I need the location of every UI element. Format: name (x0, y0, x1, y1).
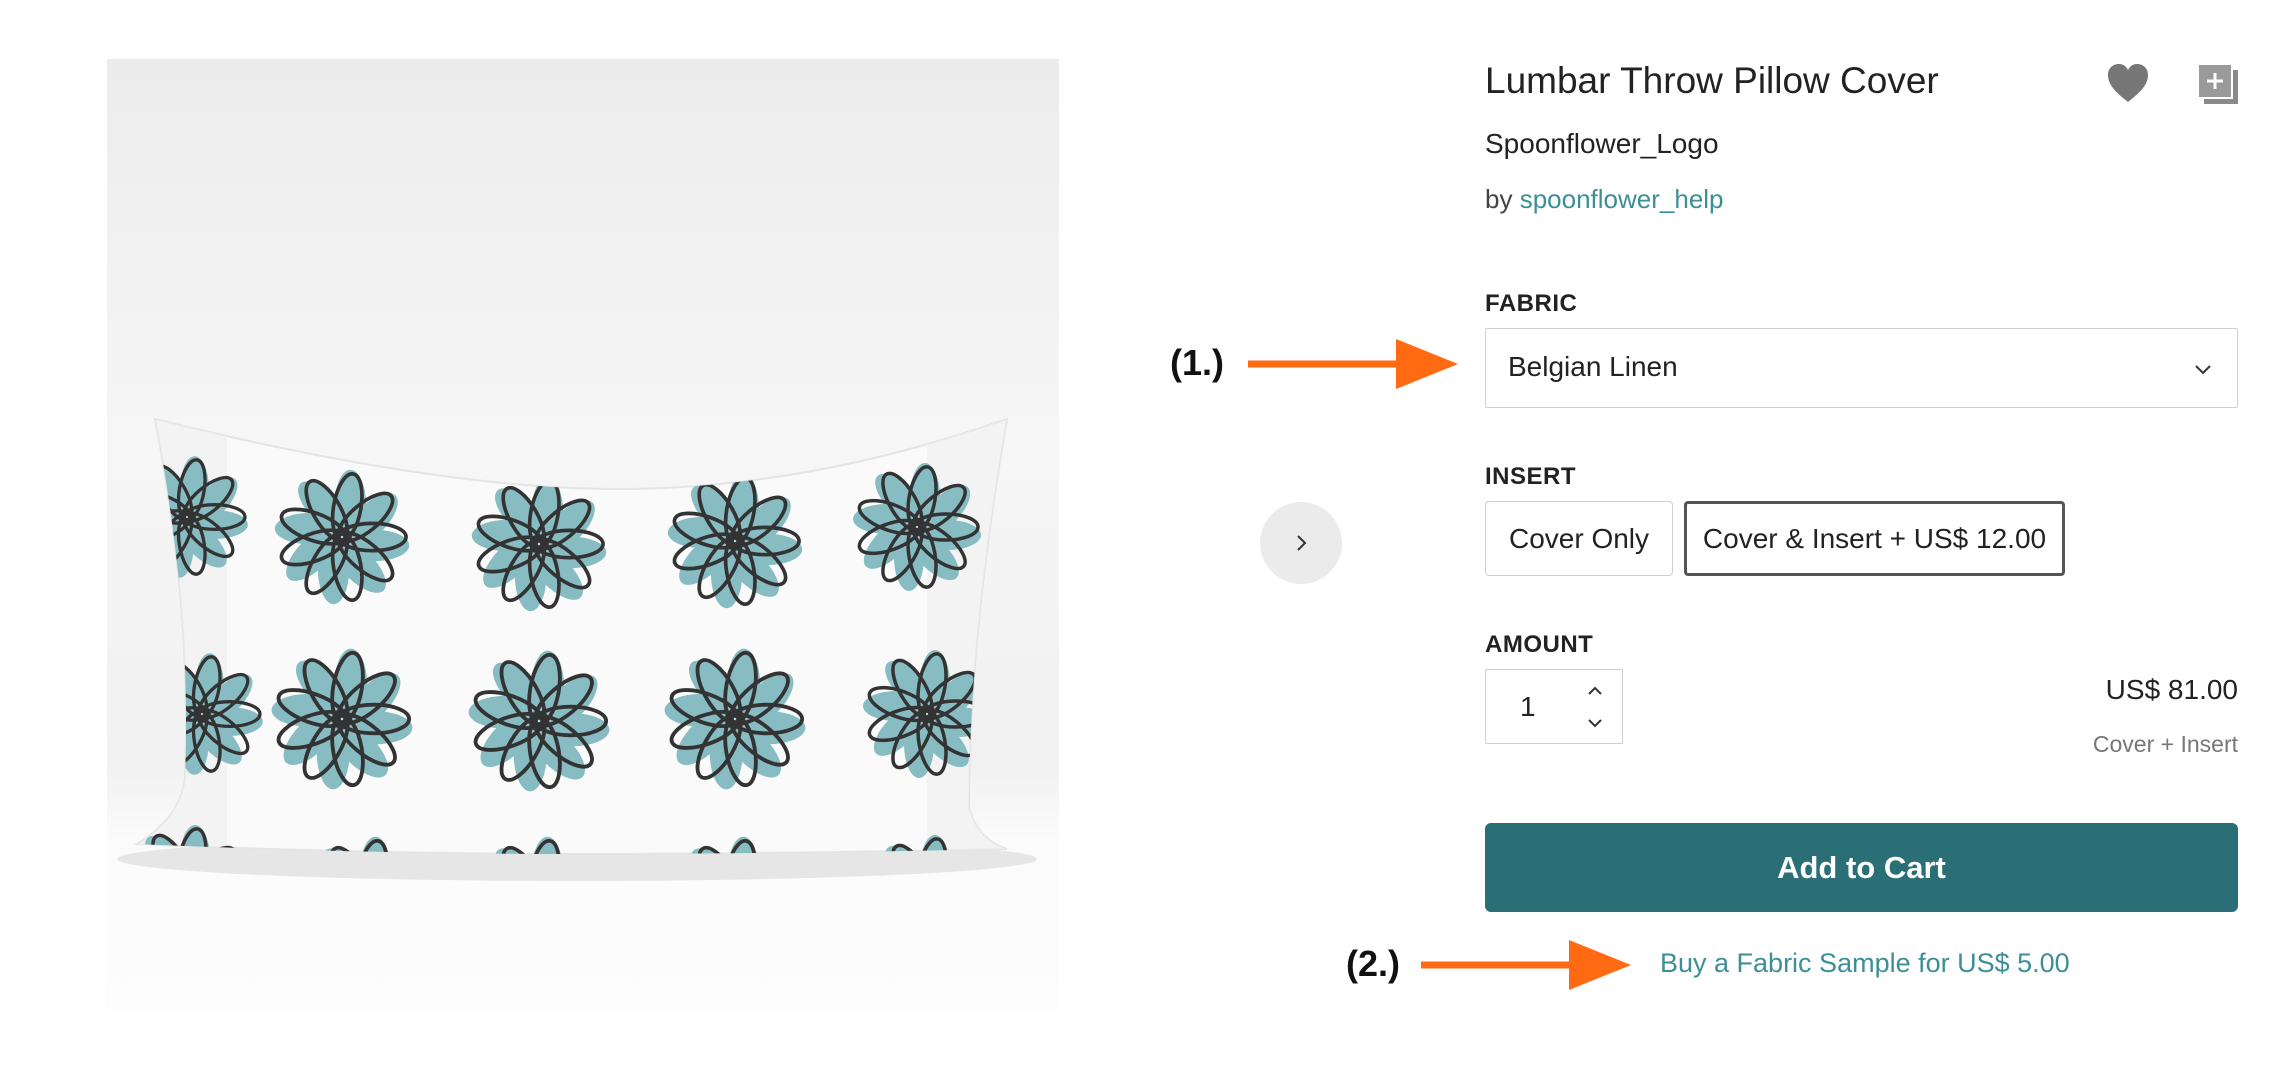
add-to-cart-button[interactable]: Add to Cart (1485, 823, 2238, 912)
annotation-arrow-1 (1248, 339, 1458, 389)
price-note: Cover + Insert (2092, 731, 2238, 757)
total-price: US$ 81.00 (2105, 674, 2238, 705)
quantity-stepper[interactable]: 1 (1485, 669, 1623, 744)
product-image (107, 59, 1059, 1011)
next-image-button[interactable] (1260, 502, 1342, 584)
chevron-up-icon[interactable] (1584, 680, 1606, 702)
fabric-selected-value: Belgian Linen (1508, 351, 1678, 382)
annotation-label-2: (2.) (1346, 943, 1400, 984)
designer-byline: by spoonflower_help (1485, 184, 1724, 215)
designer-link[interactable]: spoonflower_help (1520, 184, 1724, 214)
annotation-arrow-2 (1421, 940, 1631, 990)
pillow-illustration (117, 417, 1037, 881)
insert-option-cover-and-insert[interactable]: Cover & Insert + US$ 12.00 (1684, 501, 2065, 576)
design-name: Spoonflower_Logo (1485, 128, 1719, 159)
fabric-dropdown[interactable]: Belgian Linen (1485, 328, 2238, 408)
product-title: Lumbar Throw Pillow Cover (1485, 60, 1939, 101)
amount-label: AMOUNT (1485, 631, 1594, 658)
insert-option-cover-only[interactable]: Cover Only (1485, 501, 1673, 576)
by-prefix: by (1485, 184, 1513, 214)
fabric-label: FABRIC (1485, 290, 1578, 317)
insert-label: INSERT (1485, 463, 1577, 490)
chevron-right-icon (1297, 535, 1307, 551)
heart-icon[interactable] (2106, 62, 2150, 106)
chevron-down-icon (2195, 365, 2211, 375)
annotation-label-1: (1.) (1170, 342, 1224, 383)
buy-fabric-sample-link[interactable]: Buy a Fabric Sample for US$ 5.00 (1660, 948, 2070, 979)
chevron-down-icon[interactable] (1584, 712, 1606, 734)
add-to-collection-icon[interactable] (2196, 62, 2240, 106)
quantity-value[interactable]: 1 (1520, 691, 1536, 723)
